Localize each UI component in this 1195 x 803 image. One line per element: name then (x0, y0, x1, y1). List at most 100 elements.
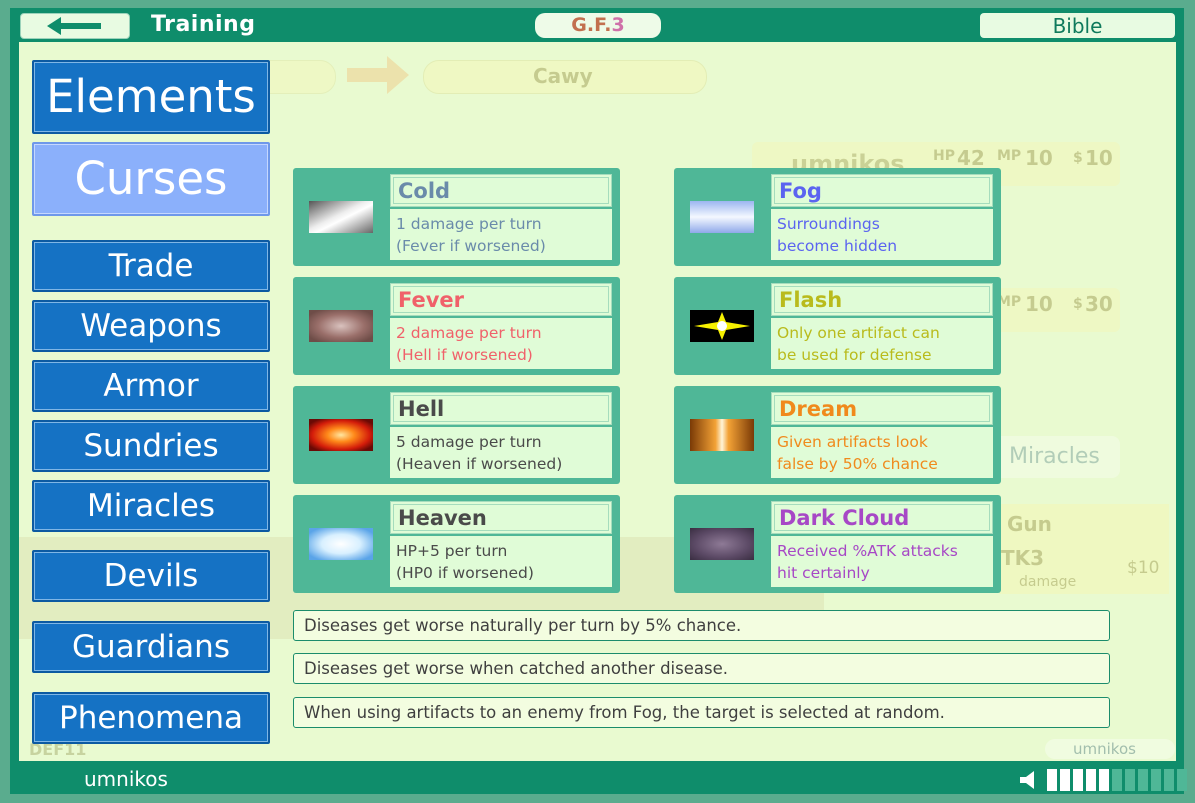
curse-name-flash: Flash (771, 283, 993, 316)
bg-arrow-icon (347, 56, 409, 94)
curse-desc-line2: (HP0 if worsened) (396, 564, 534, 582)
gf-badge-number: 3 (611, 14, 625, 36)
curse-desc-line2: (Heaven if worsened) (396, 455, 563, 473)
volume-bar[interactable] (1177, 769, 1187, 791)
dark-cloud-image (690, 528, 754, 560)
rule-note-2: Diseases get worse when catched another … (293, 653, 1110, 684)
volume-bar[interactable] (1164, 769, 1174, 791)
back-arrow-icon (47, 17, 101, 35)
volume-bar[interactable] (1047, 769, 1057, 791)
bg-hp-label: HP (933, 148, 955, 164)
username-label: umnikos (84, 767, 168, 791)
volume-bar[interactable] (1073, 769, 1083, 791)
curse-card-fever[interactable]: Fever 2 damage per turn (Hell if worsene… (293, 277, 620, 375)
curse-desc-line2: false by 50% chance (777, 455, 938, 473)
curse-desc-line1: Received %ATK attacks (777, 542, 958, 560)
bg-opponent-name: Cawy (533, 64, 593, 88)
bg-mp-value: 10 (1025, 146, 1053, 170)
curse-desc-flash: Only one artifact can be used for defens… (771, 318, 993, 369)
curse-desc-dream: Given artifacts look false by 50% chance (771, 427, 993, 478)
bible-button[interactable]: Bible (980, 13, 1175, 38)
curse-card-cold[interactable]: Cold 1 damage per turn (Fever if worsene… (293, 168, 620, 266)
sidebar-item-sundries[interactable]: Sundries (32, 420, 270, 472)
sidebar-item-phenomena[interactable]: Phenomena (32, 692, 270, 744)
gf-badge: G.F.3 (535, 13, 661, 38)
curse-card-hell[interactable]: Hell 5 damage per turn (Heaven if worsen… (293, 386, 620, 484)
bg-money-symbol-2: $ (1073, 296, 1083, 312)
curse-desc-line1: 1 damage per turn (396, 215, 542, 233)
flash-image (690, 310, 754, 342)
bg-mp-value-2: 10 (1025, 292, 1053, 316)
curse-desc-dark-cloud: Received %ATK attacks hit certainly (771, 536, 993, 587)
speaker-icon[interactable] (1018, 769, 1040, 791)
curse-card-flash[interactable]: Flash Only one artifact can be used for … (674, 277, 1001, 375)
curse-name-heaven: Heaven (390, 501, 612, 534)
bg-money-symbol: $ (1073, 150, 1083, 166)
curse-desc-heaven: HP+5 per turn (HP0 if worsened) (390, 536, 612, 587)
bg-hp-value: 42 (957, 146, 985, 170)
sidebar-item-armor[interactable]: Armor (32, 360, 270, 412)
sidebar-item-weapons[interactable]: Weapons (32, 300, 270, 352)
volume-bar[interactable] (1151, 769, 1161, 791)
bg-price: $10 (1127, 558, 1160, 578)
curse-card-dark-cloud[interactable]: Dark Cloud Received %ATK attacks hit cer… (674, 495, 1001, 593)
heaven-image (309, 528, 373, 560)
volume-bar[interactable] (1099, 769, 1109, 791)
curse-desc-line1: Only one artifact can (777, 324, 940, 342)
sidebar-item-devils[interactable]: Devils (32, 550, 270, 602)
curse-desc-line2: (Hell if worsened) (396, 346, 533, 364)
gf-badge-text: G.F. (571, 14, 612, 36)
sidebar-item-elements[interactable]: Elements (32, 60, 270, 134)
volume-bar[interactable] (1086, 769, 1096, 791)
volume-bar[interactable] (1125, 769, 1135, 791)
bg-footer-name: umnikos (1073, 740, 1136, 758)
bg-money-value-2: 30 (1085, 292, 1113, 316)
curse-card-heaven[interactable]: Heaven HP+5 per turn (HP0 if worsened) (293, 495, 620, 593)
bg-miracles-label: Miracles (1009, 444, 1100, 469)
curse-desc-fog: Surroundings become hidden (771, 209, 993, 260)
back-button[interactable] (20, 13, 130, 39)
bg-gun-label: Gun (1007, 512, 1052, 536)
rule-note-3: When using artifacts to an enemy from Fo… (293, 697, 1110, 728)
page-title: Training (151, 12, 256, 37)
volume-bars[interactable] (1044, 769, 1187, 791)
curse-name-cold: Cold (390, 174, 612, 207)
sidebar-item-guardians[interactable]: Guardians (32, 621, 270, 673)
bg-damage-label: damage (1019, 574, 1077, 590)
curse-desc-line1: Given artifacts look (777, 433, 928, 451)
curse-desc-fever: 2 damage per turn (Hell if worsened) (390, 318, 612, 369)
curse-card-fog[interactable]: Fog Surroundings become hidden (674, 168, 1001, 266)
cold-image (309, 201, 373, 233)
curse-desc-line2: become hidden (777, 237, 898, 255)
bg-money-value: 10 (1085, 146, 1113, 170)
curse-card-dream[interactable]: Dream Given artifacts look false by 50% … (674, 386, 1001, 484)
curse-desc-hell: 5 damage per turn (Heaven if worsened) (390, 427, 612, 478)
curse-desc-line1: HP+5 per turn (396, 542, 508, 560)
volume-control[interactable] (1018, 768, 1187, 792)
sidebar-item-trade[interactable]: Trade (32, 240, 270, 292)
curse-desc-line2: be used for defense (777, 346, 932, 364)
fever-image (309, 310, 373, 342)
rule-note-1: Diseases get worse naturally per turn by… (293, 610, 1110, 641)
curse-desc-cold: 1 damage per turn (Fever if worsened) (390, 209, 612, 260)
bg-mp-label: MP (997, 148, 1022, 164)
curse-name-dark-cloud: Dark Cloud (771, 501, 993, 534)
fog-image (690, 201, 754, 233)
volume-bar[interactable] (1060, 769, 1070, 791)
curse-desc-line2: (Fever if worsened) (396, 237, 546, 255)
curse-desc-line1: 2 damage per turn (396, 324, 542, 342)
main-panel: Cawy umnikos HP 42 MP 10 $ 10 MP 10 $ 30… (19, 42, 1176, 761)
dream-image (690, 419, 754, 451)
curse-desc-line2: hit certainly (777, 564, 870, 582)
volume-bar[interactable] (1112, 769, 1122, 791)
curse-name-hell: Hell (390, 392, 612, 425)
sidebar-item-curses[interactable]: Curses (32, 142, 270, 216)
curse-name-dream: Dream (771, 392, 993, 425)
sidebar-item-miracles[interactable]: Miracles (32, 480, 270, 532)
volume-bar[interactable] (1138, 769, 1148, 791)
curse-desc-line1: Surroundings (777, 215, 880, 233)
hell-image (309, 419, 373, 451)
curse-desc-line1: 5 damage per turn (396, 433, 542, 451)
bg-tk-label: TK3 (1001, 546, 1045, 570)
curse-name-fever: Fever (390, 283, 612, 316)
